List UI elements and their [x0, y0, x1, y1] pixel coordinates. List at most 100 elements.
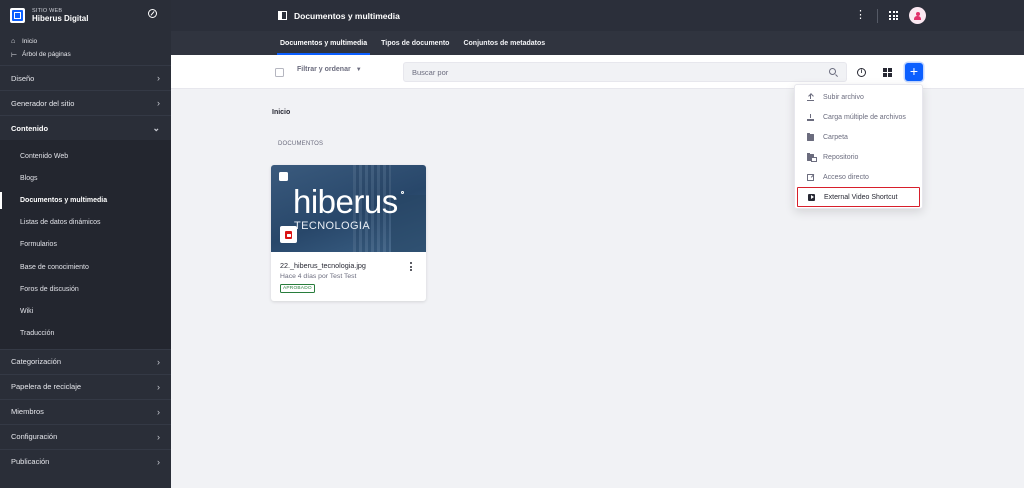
status-badge: APROBADO: [280, 284, 315, 293]
sidebar-item-translation[interactable]: Traducción: [0, 323, 171, 345]
site-logo-icon: [10, 8, 25, 23]
sidebar-item-label: Wiki: [20, 307, 34, 315]
sidebar-content-list: Contenido Web Blogs Documentos y multime…: [0, 140, 171, 349]
sidebar-section-label: Generador del sitio: [11, 98, 75, 108]
chevron-right-icon: ›: [157, 73, 160, 83]
site-name: Hiberus Digital: [32, 14, 89, 24]
site-header: SITIO WEB Hiberus Digital: [0, 0, 171, 31]
document-card[interactable]: hiberus TECNOLOGIA 22._hiberus_tecnologi…: [271, 165, 426, 301]
upload-icon: [807, 93, 814, 101]
sidebar-section-configuration[interactable]: Configuración ›: [0, 423, 171, 449]
sidebar-item-label: Documentos y multimedia: [20, 196, 108, 204]
sidebar-item-label: Formularios: [20, 241, 57, 249]
document-name[interactable]: 22._hiberus_tecnologia.jpg: [280, 261, 417, 270]
sidebar-section-diseno[interactable]: Diseño ›: [0, 65, 171, 90]
breadcrumb[interactable]: Inicio: [272, 109, 290, 116]
sidebar-item-knowledge-base[interactable]: Base de conocimiento: [0, 256, 171, 278]
sidebar-section-recycle-bin[interactable]: Papelera de reciclaje ›: [0, 373, 171, 399]
sidebar-section-members[interactable]: Miembros ›: [0, 398, 171, 424]
sidebar-item-blogs[interactable]: Blogs: [0, 167, 171, 189]
menu-item-folder[interactable]: Carpeta: [795, 127, 922, 147]
menu-item-label: Carpeta: [823, 133, 848, 141]
tab-documents-media[interactable]: Documentos y multimedia: [273, 31, 374, 55]
sidebar-link-inicio[interactable]: ⌂ Inicio: [11, 35, 171, 48]
sidebar-section-label: Contenido: [11, 123, 49, 133]
card-select-checkbox[interactable]: [279, 172, 288, 181]
sidebar-item-label: Base de conocimiento: [20, 263, 89, 271]
chevron-right-icon: ›: [157, 356, 160, 367]
menu-item-upload-file[interactable]: Subir archivo: [795, 87, 922, 107]
thumbnail-brand-text: hiberus: [293, 183, 398, 220]
menu-item-shortcut[interactable]: Acceso directo: [795, 167, 922, 187]
apps-grid-icon[interactable]: [889, 11, 898, 20]
filter-order-dropdown[interactable]: Filtrar y ordenar ▼: [297, 66, 362, 73]
sidebar-item-wiki[interactable]: Wiki: [0, 300, 171, 322]
menu-item-label: External Video Shortcut: [824, 193, 898, 201]
sidebar-link-label: Inicio: [22, 38, 38, 45]
sidebar-item-forms[interactable]: Formularios: [0, 234, 171, 256]
toggle-panel-icon[interactable]: [278, 11, 287, 20]
sidebar-item-dynamic-data-lists[interactable]: Listas de datos dinámicos: [0, 212, 171, 234]
page-tree-icon: ⊢: [11, 51, 18, 59]
sidebar-link-page-tree[interactable]: ⊢ Árbol de páginas: [11, 48, 171, 61]
user-avatar[interactable]: [909, 7, 926, 24]
sidebar-item-label: Foros de discusión: [20, 285, 79, 293]
menu-item-label: Carga múltiple de archivos: [823, 113, 906, 121]
sidebar-section-site-builder[interactable]: Generador del sitio ›: [0, 90, 171, 115]
header-divider: [877, 8, 878, 23]
sidebar-section-label: Miembros: [11, 407, 44, 417]
card-actions-kebab-icon[interactable]: [409, 262, 413, 271]
display-style-cards-icon[interactable]: [883, 68, 892, 77]
sidebar-item-label: Traducción: [20, 330, 55, 338]
sidebar-section-categorization[interactable]: Categorización ›: [0, 348, 171, 374]
multiple-upload-icon: [807, 113, 814, 121]
sidebar-item-web-content[interactable]: Contenido Web: [0, 145, 171, 167]
sidebar-link-label: Árbol de páginas: [22, 51, 71, 58]
menu-item-repository[interactable]: Repositorio: [795, 147, 922, 167]
top-header: Documentos y multimedia ⋮: [171, 0, 1024, 31]
chevron-right-icon: ›: [157, 456, 160, 467]
filter-label: Filtrar y ordenar: [297, 66, 351, 73]
user-icon: [914, 11, 921, 20]
search-icon[interactable]: [829, 68, 836, 75]
sidebar-section-label: Categorización: [11, 357, 62, 367]
menu-item-multiple-upload[interactable]: Carga múltiple de archivos: [795, 107, 922, 127]
section-heading: DOCUMENTOS: [278, 141, 324, 147]
search-placeholder: Buscar por: [412, 67, 449, 77]
menu-item-external-video-shortcut[interactable]: External Video Shortcut: [797, 187, 920, 207]
tab-document-types[interactable]: Tipos de documento: [374, 31, 456, 55]
sidebar-item-documents-media[interactable]: Documentos y multimedia: [0, 189, 171, 211]
sidebar-section-label: Diseño: [11, 73, 35, 83]
tab-metadata-sets[interactable]: Conjuntos de metadatos: [456, 31, 552, 55]
thumbnail-tagline-text: TECNOLOGIA: [294, 220, 371, 232]
page-title: Documentos y multimedia: [294, 10, 400, 21]
menu-item-label: Acceso directo: [823, 173, 869, 181]
caret-down-icon: ▼: [355, 66, 362, 73]
repository-icon: [807, 152, 817, 162]
shortcut-icon: [807, 173, 814, 181]
document-meta: Hace 4 días por Test Test: [280, 273, 357, 280]
sidebar-item-message-boards[interactable]: Foros de discusión: [0, 278, 171, 300]
search-input[interactable]: Buscar por: [403, 62, 847, 82]
chevron-right-icon: ›: [157, 381, 160, 392]
image-file-icon: [280, 226, 297, 243]
sidebar-item-label: Listas de datos dinámicos: [20, 219, 101, 227]
registered-mark-icon: [401, 191, 404, 194]
chevron-right-icon: ›: [157, 406, 160, 417]
sidebar: SITIO WEB Hiberus Digital ⌂ Inicio ⊢ Árb…: [0, 0, 171, 488]
select-all-checkbox[interactable]: [275, 68, 284, 77]
info-icon[interactable]: i: [857, 68, 866, 77]
sidebar-section-publishing[interactable]: Publicación ›: [0, 448, 171, 474]
menu-item-label: Subir archivo: [823, 93, 864, 101]
sidebar-item-label: Blogs: [20, 174, 38, 182]
menu-item-label: Repositorio: [823, 153, 859, 161]
navigation-tabs: Documentos y multimedia Tipos de documen…: [171, 31, 1024, 55]
sidebar-section-contenido[interactable]: Contenido ⌄: [0, 115, 171, 140]
sidebar-section-label: Papelera de reciclaje: [11, 382, 82, 392]
compass-icon[interactable]: [148, 9, 157, 18]
add-button[interactable]: +: [905, 63, 923, 81]
options-kebab-icon[interactable]: ⋮: [855, 10, 866, 21]
add-dropdown-menu: Subir archivo Carga múltiple de archivos…: [794, 84, 923, 209]
document-thumbnail[interactable]: hiberus TECNOLOGIA: [271, 165, 426, 252]
folder-icon: [807, 132, 814, 141]
